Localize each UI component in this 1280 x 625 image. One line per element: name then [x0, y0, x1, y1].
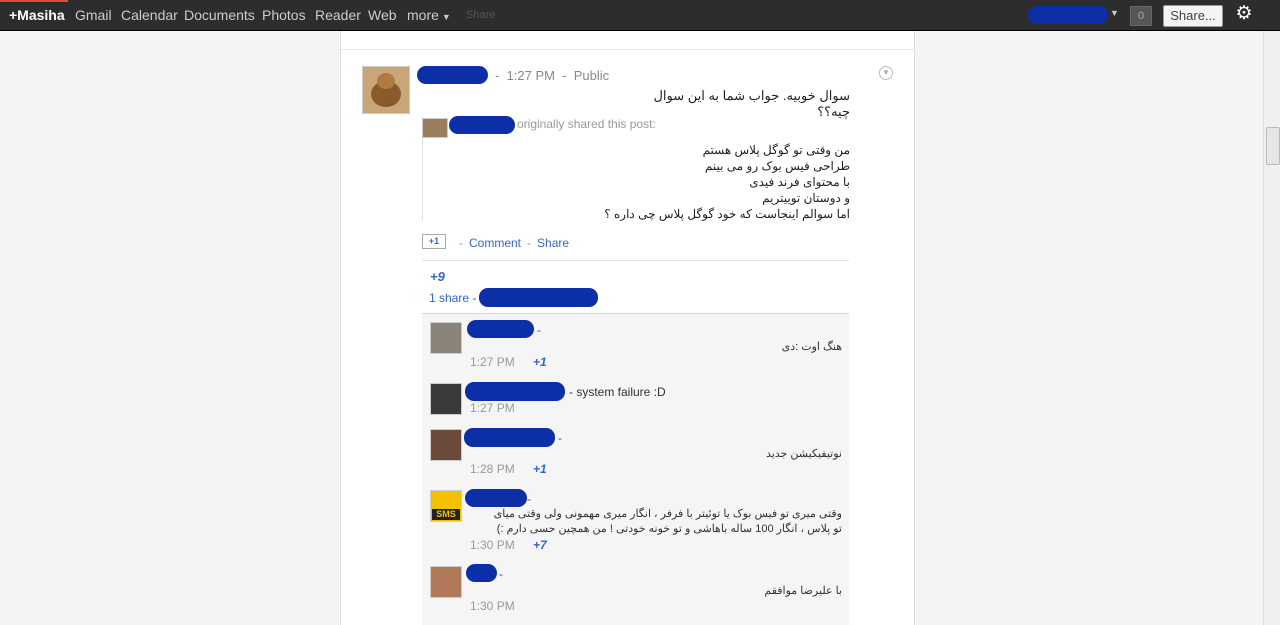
comment-plus-one[interactable]: +1	[533, 462, 547, 476]
redacted-author-name[interactable]	[417, 66, 488, 84]
comment-plus-one[interactable]: +1	[533, 355, 547, 369]
nav-reader-link[interactable]: Reader	[315, 7, 361, 23]
comment-plus-one[interactable]: +7	[533, 538, 547, 552]
original-author-avatar[interactable]	[422, 118, 448, 138]
post-menu-chevron-icon[interactable]: ▼	[879, 66, 893, 80]
reshared-line: با محتوای فرند فیدی	[749, 175, 850, 189]
comment-text: نوتیفیکیشن جدید	[765, 448, 842, 460]
comment-avatar[interactable]	[430, 383, 462, 415]
post-visibility-link[interactable]: Public	[574, 68, 609, 83]
nav-profile-link[interactable]: +Masiha	[9, 7, 65, 23]
reshared-text: من وقتی تو گوگل پلاس هستم طراحی فیس بوک …	[560, 142, 850, 222]
brand-accent-line	[0, 0, 68, 2]
nav-photos-link[interactable]: Photos	[262, 7, 306, 23]
share-button[interactable]: Share...	[1163, 5, 1223, 27]
redacted-commenter-name[interactable]	[465, 489, 527, 507]
reshared-line: اما سوالم اینجاست که خود گوگل پلاس چی دا…	[604, 207, 850, 221]
redacted-commenter-name[interactable]	[466, 564, 497, 582]
comment-text: با علیرضا موافقم	[764, 585, 842, 597]
comment-time[interactable]: 1:30 PM	[470, 599, 515, 613]
originally-shared-label: originally shared this post:	[517, 117, 656, 131]
redacted-commenter-name[interactable]	[464, 428, 555, 447]
comment-avatar[interactable]	[430, 566, 462, 598]
comment-link[interactable]: Comment	[469, 236, 521, 250]
account-chevron-down-icon[interactable]: ▼	[1110, 8, 1119, 18]
nav-gmail-link[interactable]: Gmail	[75, 7, 112, 23]
comment-avatar[interactable]	[430, 429, 462, 461]
sms-logo-text: SMS	[432, 509, 460, 520]
comment-text: وقتی میری تو فیس بوک یا توئیتر با فرفر ،…	[493, 508, 842, 535]
comment-time[interactable]: 1:30 PM	[470, 538, 515, 552]
redacted-commenter-name[interactable]	[467, 320, 534, 338]
share-link[interactable]: Share	[537, 236, 569, 250]
comment-time[interactable]: 1:27 PM	[470, 401, 515, 415]
post-time-link[interactable]: 1:27 PM	[507, 68, 555, 83]
post-actions: - Comment - Share	[459, 236, 570, 250]
nav-calendar-link[interactable]: Calendar	[121, 7, 178, 23]
nav-web-link[interactable]: Web	[368, 7, 397, 23]
divider	[422, 260, 849, 261]
redacted-original-author[interactable]	[449, 116, 515, 134]
redacted-account-name[interactable]	[1028, 6, 1108, 24]
avatar-hamster-head	[377, 73, 395, 89]
comment-avatar-sms-logo[interactable]: SMS	[430, 490, 462, 522]
post-meta: - 1:27 PM - Public	[495, 68, 610, 83]
plus-one-button[interactable]: +1	[422, 234, 446, 249]
redacted-commenter-name[interactable]	[465, 382, 565, 401]
nav-more-label: more	[407, 7, 439, 23]
partially-hidden-share-text: Share	[466, 9, 496, 21]
author-avatar[interactable]	[362, 66, 410, 114]
top-bar: +Masiha Gmail Calendar Documents Photos …	[0, 0, 1280, 31]
comment-time[interactable]: 1:28 PM	[470, 462, 515, 476]
notification-count[interactable]: 0	[1130, 6, 1152, 26]
comment-text: هنگ اوت :دی	[781, 341, 842, 353]
share-count: 1 share -	[429, 291, 477, 305]
comment-time[interactable]: 1:27 PM	[470, 355, 515, 369]
plus-one-count[interactable]: +9	[430, 269, 445, 284]
reshared-line: و دوستان توییتریم	[762, 191, 850, 205]
redacted-sharer-name[interactable]	[479, 288, 598, 307]
nav-more-menu[interactable]: more ▼	[407, 7, 451, 23]
nav-documents-link[interactable]: Documents	[184, 7, 255, 23]
comment-text: - system failure :D	[569, 385, 666, 399]
reshared-line: من وقتی تو گوگل پلاس هستم	[702, 143, 850, 157]
gear-icon[interactable]: ⚙	[1234, 4, 1254, 24]
comment-avatar[interactable]	[430, 322, 462, 354]
page-scrollbar[interactable]	[1263, 31, 1280, 625]
share-count-link[interactable]: 1 share	[429, 291, 469, 305]
scrollbar-thumb[interactable]	[1266, 127, 1280, 165]
chevron-down-icon: ▼	[441, 12, 451, 22]
reshared-line: طراحی فیس بوک رو می بینم	[704, 159, 850, 173]
divider	[341, 49, 914, 50]
